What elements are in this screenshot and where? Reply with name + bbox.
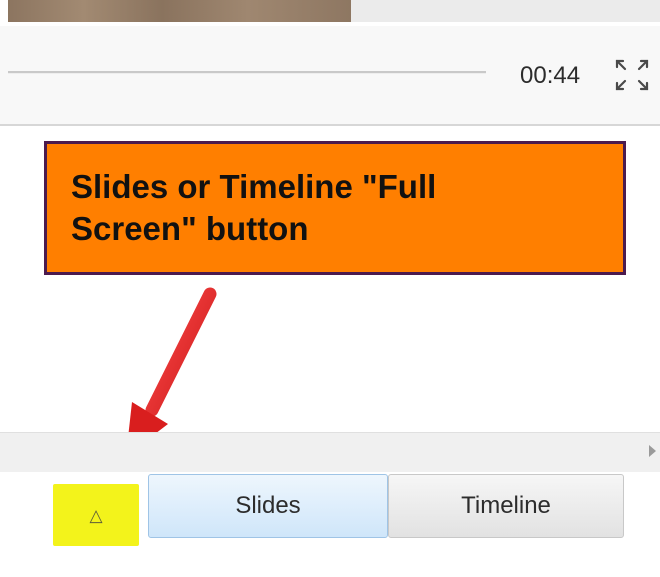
thumbnail-strip (0, 0, 660, 26)
tab-timeline-label: Timeline (461, 492, 551, 519)
expand-arrows-icon[interactable] (612, 56, 652, 94)
callout-line-1: Slides or Timeline "Full (71, 168, 437, 205)
horizontal-scrollbar[interactable] (0, 432, 660, 473)
time-readout: 00:44 (520, 62, 581, 89)
callout-line-2: Screen" button (71, 210, 309, 247)
tab-slides[interactable]: Slides (148, 474, 388, 538)
seek-bar[interactable] (8, 71, 486, 74)
tab-slides-label: Slides (235, 492, 301, 519)
thumbnail-image (8, 0, 351, 22)
player-bar: 00:44 (0, 26, 660, 126)
fullscreen-toggle-button[interactable]: △ (53, 484, 139, 546)
thumbnail-blank (351, 0, 660, 22)
tab-timeline[interactable]: Timeline (388, 474, 624, 538)
scroll-right-arrow-icon[interactable] (649, 445, 656, 457)
callout-annotation: Slides or Timeline "Full Screen" button (44, 141, 626, 275)
triangle-up-icon: △ (89, 506, 103, 525)
